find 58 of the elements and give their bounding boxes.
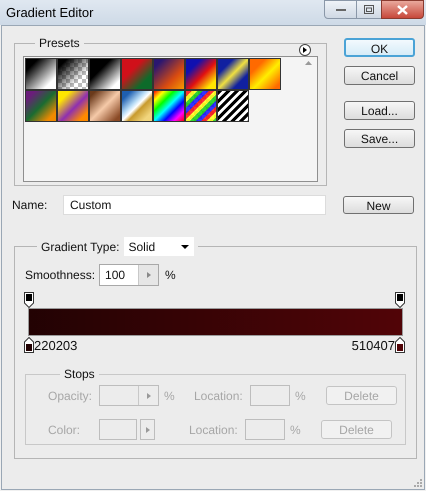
gradient-swatch[interactable] [57, 90, 89, 122]
dialog-button[interactable]: Cancel [344, 66, 415, 85]
color-stop-icon[interactable] [24, 337, 34, 353]
unit-label: % [164, 388, 176, 404]
stop-color-value: 510407 [352, 338, 395, 353]
flyout-menu-icon[interactable] [299, 44, 311, 56]
color-stop-icon[interactable] [395, 337, 405, 353]
resize-grip-icon[interactable] [414, 479, 422, 487]
close-button[interactable] [381, 0, 424, 19]
close-icon [397, 4, 408, 14]
field-label: Gradient Type: [41, 238, 120, 256]
gradient-swatch[interactable] [153, 90, 185, 122]
unit-label: % [165, 267, 176, 284]
maximize-icon [364, 5, 374, 14]
group-label: Presets [38, 35, 81, 52]
group-label: Stops [63, 366, 96, 383]
unit-label: % [290, 422, 302, 438]
gradient-swatch[interactable] [89, 58, 121, 90]
unit-label: % [295, 388, 307, 404]
color-swatch-field [99, 419, 137, 440]
field-label: Color: [48, 422, 82, 438]
field-label: Location: [194, 388, 244, 404]
opacity-stop-icon[interactable] [395, 292, 405, 308]
dialog-button[interactable]: OK [344, 38, 415, 57]
new-button[interactable]: New [343, 196, 414, 214]
gradient-swatch[interactable] [25, 90, 57, 122]
gradient-swatch[interactable] [249, 58, 281, 90]
gradient-swatch[interactable] [153, 58, 185, 90]
field-label: Location: [189, 422, 239, 438]
opacity-stop-icon[interactable] [24, 292, 34, 308]
stepper-icon[interactable] [138, 265, 158, 285]
dialog-button[interactable]: Save... [344, 129, 415, 148]
gradient-swatch[interactable] [121, 58, 153, 90]
dialog-button[interactable]: Load... [344, 101, 415, 120]
name-field[interactable]: Custom [63, 195, 326, 215]
gradient-swatch[interactable] [57, 58, 89, 90]
stepper-icon [140, 419, 155, 440]
field-label: Opacity: [48, 388, 94, 404]
gradient-type-dropdown[interactable]: Solid [124, 237, 194, 256]
scroll-up-icon[interactable] [305, 61, 312, 65]
stop-color-value: 220203 [34, 338, 78, 353]
location-field [250, 385, 290, 406]
caret-icon [180, 244, 188, 248]
field-label: Smoothness: [25, 267, 96, 284]
minimize-icon [336, 8, 346, 12]
gradient-swatch[interactable] [25, 58, 57, 90]
minimize-button[interactable] [324, 0, 357, 19]
gradient-swatch[interactable] [217, 58, 249, 90]
gradient-swatch[interactable] [217, 90, 249, 122]
gradient-swatch[interactable] [121, 90, 153, 122]
maximize-button[interactable] [357, 0, 381, 19]
gradient-swatch[interactable] [89, 90, 121, 122]
gradient-swatch[interactable] [185, 58, 217, 90]
window-title: Gradient Editor [6, 4, 94, 22]
location-field [245, 419, 285, 440]
field-label: Name: [12, 197, 48, 214]
smoothness-field[interactable]: 100 [99, 264, 160, 286]
gradient-swatch[interactable] [185, 90, 217, 122]
